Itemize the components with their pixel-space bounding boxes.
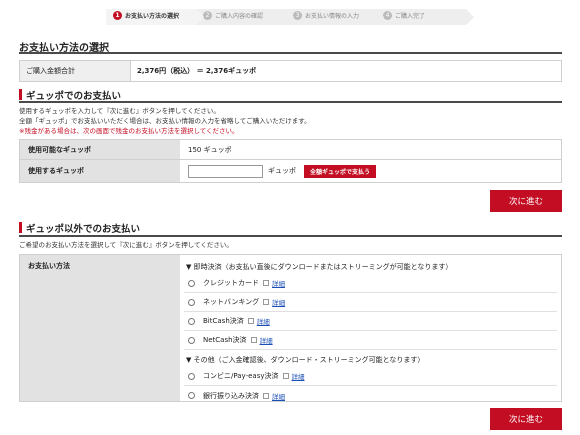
- available-row: 使用可能なギュッポ 150 ギュッポ: [20, 140, 561, 160]
- detail-link[interactable]: 詳細: [292, 371, 305, 381]
- option-label: BitCash決済: [203, 317, 244, 325]
- option-label: ネットバンキング: [203, 298, 260, 306]
- gyuppo-desc-line1: 使用するギュッポを入力して『次に進む』ボタンを押してください。: [19, 107, 220, 115]
- step-number: 1: [113, 11, 122, 20]
- detail-link[interactable]: 詳細: [272, 391, 285, 401]
- radio-button[interactable]: [188, 392, 195, 399]
- option-netcash[interactable]: NetCash決済 詳細: [184, 331, 557, 350]
- title-divider: [19, 52, 562, 54]
- detail-link[interactable]: 詳細: [260, 335, 273, 345]
- gyuppo-desc-line2: 全額「ギュッポ」でお支払いいただく場合は、お支払い情報の入力を省略してご購入いた…: [19, 117, 311, 125]
- option-bank-transfer[interactable]: 銀行振り込み決済 詳細: [184, 386, 557, 405]
- instant-group-title: ▼ 即時決済（お支払い直後にダウンロードまたはストリーミングが可能となります）: [186, 263, 453, 271]
- available-value: 150 ギュッポ: [188, 145, 232, 154]
- use-label: 使用するギュッポ: [20, 160, 180, 182]
- gyuppo-divider: [19, 101, 562, 103]
- use-value-cell: ギュッポ 全額ギュッポで支払う: [180, 160, 561, 182]
- step-label: ご購入内容の確認: [215, 13, 264, 20]
- use-row: 使用するギュッポ ギュッポ 全額ギュッポで支払う: [20, 160, 561, 182]
- other-group-title: ▼ その他（ご入金確認後、ダウンロード・ストリーミング可能となります）: [186, 356, 425, 364]
- gyuppo-unit: ギュッポ: [268, 167, 296, 175]
- detail-link[interactable]: 詳細: [272, 297, 285, 307]
- radio-button[interactable]: [188, 372, 195, 380]
- gyuppo-desc-warning: ※残金がある場合は、次の画面で残金のお支払い方法を選択してください。: [19, 127, 239, 135]
- step-4: 4 ご購入完了: [376, 9, 474, 25]
- info-icon: [250, 337, 257, 343]
- option-label: 銀行振り込み決済: [203, 391, 259, 400]
- step-label: ご購入完了: [395, 13, 426, 20]
- other-divider: [19, 235, 562, 237]
- step-label: お支払い情報の入力: [305, 13, 360, 20]
- payment-methods-table: お支払い方法 ▼ 即時決済（お支払い直後にダウンロードまたはストリーミングが可能…: [19, 254, 562, 402]
- step-number: 4: [383, 11, 392, 20]
- radio-button[interactable]: [188, 279, 195, 287]
- step-2: 2 ご購入内容の確認: [196, 9, 294, 25]
- info-icon: [282, 373, 289, 379]
- step-1: 1 お支払い方法の選択: [106, 9, 204, 25]
- payment-method-options: ▼ 即時決済（お支払い直後にダウンロードまたはストリーミングが可能となります） …: [180, 255, 561, 401]
- pay-all-gyuppo-button[interactable]: 全額ギュッポで支払う: [304, 164, 377, 178]
- step-3: 3 お支払い情報の入力: [286, 9, 384, 25]
- detail-link[interactable]: 詳細: [257, 316, 270, 326]
- option-label: クレジットカード: [203, 279, 259, 287]
- option-bitcash[interactable]: BitCash決済 詳細: [184, 312, 557, 331]
- info-icon: [247, 318, 254, 324]
- other-section-heading: ギュッポ以外でのお支払い: [19, 221, 140, 235]
- step-number: 2: [203, 11, 212, 20]
- step-number: 3: [293, 11, 302, 20]
- info-icon: [263, 299, 270, 305]
- option-credit-card[interactable]: クレジットカード 詳細: [184, 274, 557, 293]
- step-label: お支払い方法の選択: [125, 13, 180, 20]
- option-net-banking[interactable]: ネットバンキング 詳細: [184, 293, 557, 312]
- next-button[interactable]: 次に進む: [490, 190, 562, 212]
- total-label: ご購入金額合計: [20, 61, 131, 81]
- option-convenience-store[interactable]: コンビニ/Pay-easy決済 詳細: [184, 367, 557, 386]
- radio-button[interactable]: [188, 336, 195, 344]
- gyuppo-table: 使用可能なギュッポ 150 ギュッポ 使用するギュッポ ギュッポ 全額ギュッポで…: [19, 139, 562, 183]
- total-value: 2,376円（税込） ＝ 2,376ギュッポ: [137, 67, 257, 75]
- other-description: ご希望のお支払い方法を選択して『次に進む』ボタンを押してください。: [19, 241, 233, 249]
- info-icon: [263, 392, 269, 399]
- option-label: NetCash決済: [203, 336, 247, 344]
- next-button-bottom[interactable]: 次に進む: [490, 408, 562, 430]
- gyuppo-description: 使用するギュッポを入力して『次に進む』ボタンを押してください。 全額「ギュッポ」…: [19, 106, 311, 136]
- checkout-steps: 1 お支払い方法の選択 2 ご購入内容の確認 3 お支払い情報の入力 4 ご購入完了: [106, 9, 474, 25]
- detail-link[interactable]: 詳細: [272, 278, 285, 288]
- purchase-total: ご購入金額合計 2,376円（税込） ＝ 2,376ギュッポ: [19, 60, 562, 82]
- radio-button[interactable]: [188, 317, 195, 325]
- radio-button[interactable]: [188, 298, 195, 306]
- gyuppo-section-heading: ギュッポでのお支払い: [19, 88, 121, 102]
- payment-method-label: お支払い方法: [20, 255, 180, 401]
- gyuppo-amount-input[interactable]: [188, 164, 263, 178]
- available-label: 使用可能なギュッポ: [20, 140, 180, 159]
- info-icon: [263, 280, 269, 286]
- option-label: コンビニ/Pay-easy決済: [203, 372, 279, 380]
